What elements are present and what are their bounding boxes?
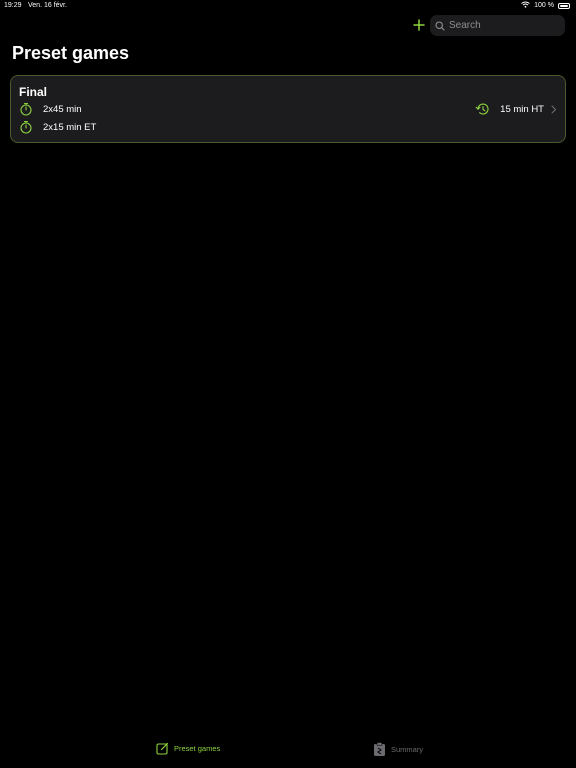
periods-label: 2x45 min (43, 103, 82, 115)
extra-time-row: 2x15 min ET (19, 120, 96, 134)
status-right: 100 % (521, 1, 570, 10)
half-time-row: 15 min HT (475, 102, 557, 116)
chevron-right-icon (551, 104, 557, 114)
tab-bar: Preset games Summary (0, 736, 576, 768)
stopwatch-icon (20, 120, 32, 134)
battery-icon (558, 2, 570, 9)
plus-icon (413, 19, 425, 31)
search-input[interactable] (449, 20, 559, 31)
tab-label: Summary (391, 745, 424, 754)
page-title: Preset games (12, 43, 130, 63)
tab-preset-games[interactable]: Preset games (156, 742, 220, 755)
search-field[interactable] (430, 15, 565, 36)
half-time-label: 15 min HT (500, 103, 544, 115)
battery-percent: 100 % (534, 2, 554, 9)
tab-label: Preset games (174, 744, 221, 753)
status-time: 19:29 (4, 2, 22, 9)
clipboard-icon (374, 742, 385, 756)
status-date: Ven. 16 févr. (28, 2, 67, 9)
history-icon (475, 103, 489, 115)
status-bar: 19:29 Ven. 16 févr. 100 % (0, 0, 576, 12)
preset-game-card[interactable]: Final 2x45 min 2x15 min ET 15 min HT (10, 75, 566, 143)
edit-icon (156, 742, 169, 755)
add-game-button[interactable] (411, 17, 427, 33)
game-name: Final (19, 85, 48, 99)
screen: 19:29 Ven. 16 févr. 100 % Preset (0, 0, 576, 768)
periods-row: 2x45 min (19, 102, 82, 116)
stopwatch-icon (20, 102, 32, 116)
tab-summary[interactable]: Summary (373, 742, 423, 757)
wifi-icon (521, 1, 530, 10)
extra-time-label: 2x15 min ET (43, 121, 97, 133)
search-icon (435, 20, 445, 31)
